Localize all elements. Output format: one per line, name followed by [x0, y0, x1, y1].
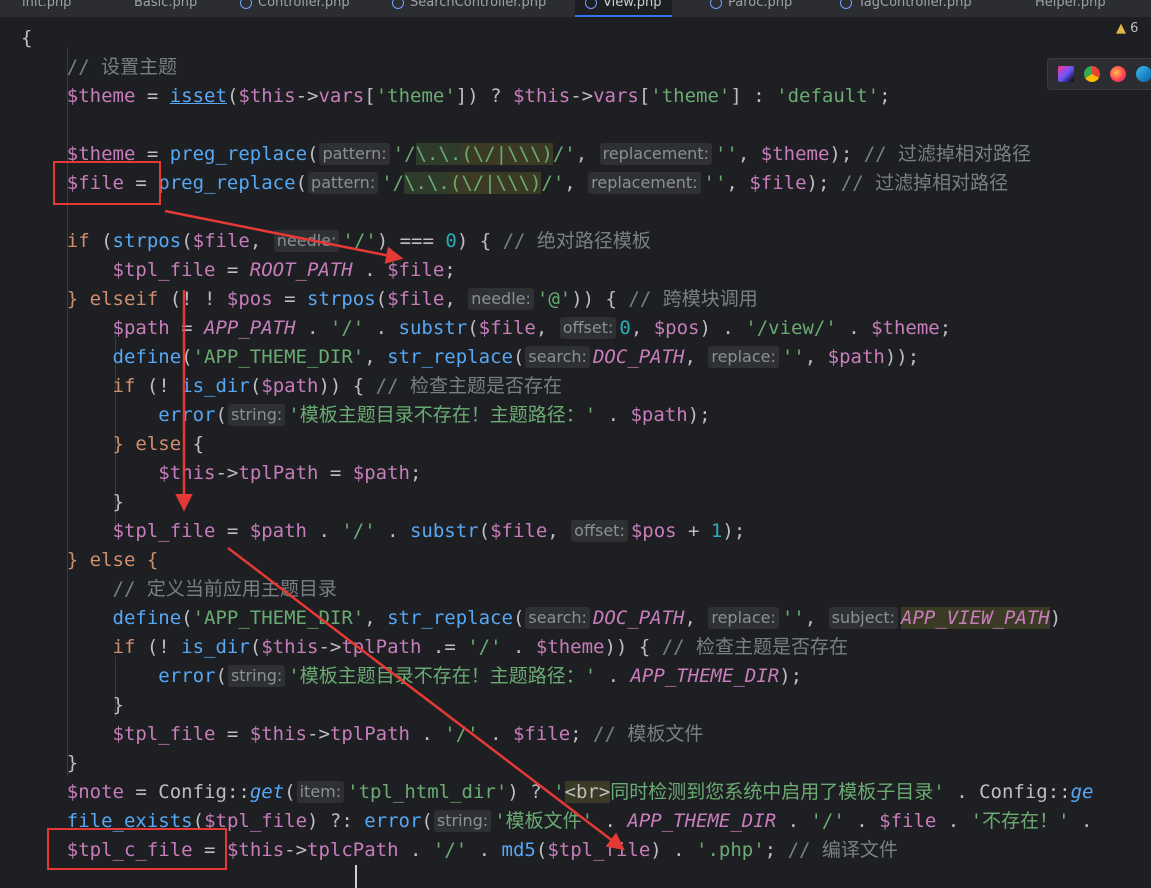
phpstorm-icon[interactable] [1058, 66, 1074, 82]
tab-helper[interactable]: Helper.php [1035, 0, 1106, 15]
code-line-20[interactable]: // 定义当前应用主题目录 [21, 575, 337, 604]
param-hint: string: [227, 665, 286, 687]
code-line-1[interactable]: { [21, 24, 32, 53]
editor-tab-bar: init.php Basic.php Controller.php Search… [0, 0, 1151, 18]
code-line-14[interactable]: error(string: '模板主题目录不存在！主题路径：' . $path); [21, 401, 711, 430]
code-line-17[interactable]: } [21, 488, 124, 517]
code-line-25[interactable]: $tpl_file = $this->tplPath . '/' . $file… [21, 720, 704, 749]
php-file-icon [585, 0, 597, 9]
param-hint: replace: [708, 346, 779, 368]
code-line-22[interactable]: if (! is_dir($this->tplPath .= '/' . $th… [21, 633, 849, 662]
param-hint: search: [525, 607, 590, 629]
code-line-15[interactable]: } else { [21, 430, 205, 459]
tab-search-controller[interactable]: SearchController.php [392, 0, 546, 15]
param-hint: pattern: [319, 143, 390, 165]
param-hint: needle: [273, 230, 340, 252]
param-hint: subject: [828, 607, 899, 629]
code-line-10[interactable]: } elseif (! ! $pos = strpos($file, needl… [21, 285, 758, 314]
tab-tag-controller[interactable]: TagController.php [840, 0, 972, 15]
annotation-box-file [53, 161, 161, 205]
code-line-16[interactable]: $this->tplPath = $path; [21, 459, 421, 488]
code-line-21[interactable]: define('APP_THEME_DIR', str_replace(sear… [21, 604, 1061, 633]
code-line-9[interactable]: $tpl_file = ROOT_PATH . $file; [21, 256, 456, 285]
code-line-13[interactable]: if (! is_dir($path)) { // 检查主题是否存在 [21, 372, 562, 401]
firefox-icon[interactable] [1110, 66, 1126, 82]
tab-paroc[interactable]: Paroc.php [710, 0, 792, 15]
php-file-icon [840, 0, 852, 9]
php-file-icon [392, 0, 404, 9]
code-line-26[interactable]: } [21, 749, 78, 778]
php-file-icon [710, 0, 722, 9]
param-hint: item: [296, 781, 345, 803]
code-line-5[interactable]: $theme = preg_replace(pattern: '/\.\.(\/|… [21, 140, 1031, 169]
code-line-27[interactable]: $note = Config::get(item:'tpl_html_dir')… [21, 778, 1093, 807]
param-hint: replace: [708, 607, 779, 629]
param-hint: needle: [468, 288, 534, 310]
param-hint: pattern: [308, 172, 379, 194]
code-line-19[interactable]: } else { [21, 546, 159, 575]
param-hint: search: [525, 346, 590, 368]
tab-view[interactable]: View.php [575, 0, 672, 17]
code-line-18[interactable]: $tpl_file = $path . '/' . substr($file, … [21, 517, 745, 546]
tab-basic[interactable]: Basic.php [134, 0, 197, 15]
code-line-23[interactable]: error(string: '模板主题目录不存在！主题路径：' . APP_THE… [21, 662, 802, 691]
param-hint: offset: [571, 520, 628, 542]
param-hint: offset: [559, 317, 617, 339]
code-line-12[interactable]: define('APP_THEME_DIR', str_replace(sear… [21, 343, 919, 372]
code-line-8[interactable]: if (strpos($file, needle: '/') === 0) { /… [21, 227, 651, 256]
inspection-warnings[interactable]: ▲ 6 [1116, 21, 1138, 36]
text-cursor [355, 865, 357, 888]
warning-icon: ▲ [1116, 21, 1126, 36]
code-line-6[interactable]: $file = preg_replace(pattern: '/\.\.(\/|\… [21, 169, 1008, 198]
code-line-11[interactable]: $path = APP_PATH . '/' . substr($file, o… [21, 314, 951, 343]
code-line-3[interactable]: $theme = isset($this->vars['theme']) ? $… [21, 82, 891, 111]
annotation-box-tpl-c-file [47, 828, 227, 870]
param-hint: string: [433, 810, 492, 832]
param-hint: replacement: [588, 172, 701, 194]
chrome-icon[interactable] [1084, 66, 1100, 82]
param-hint: string: [227, 404, 286, 426]
code-line-24[interactable]: } [21, 691, 124, 720]
param-hint: replacement: [599, 143, 712, 165]
php-file-icon [240, 0, 252, 9]
edge-icon[interactable] [1136, 66, 1151, 82]
code-line-2[interactable]: // 设置主题 [21, 53, 177, 82]
tab-controller[interactable]: Controller.php [240, 0, 350, 15]
browser-preview-toolbar [1047, 58, 1151, 90]
tab-init[interactable]: init.php [22, 0, 71, 15]
